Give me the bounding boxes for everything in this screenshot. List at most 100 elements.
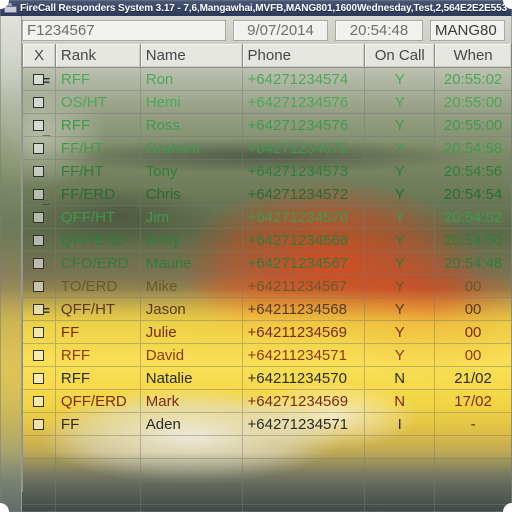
- cell-rank: OS/HT: [56, 91, 141, 113]
- table-empty-row[interactable]: [23, 436, 512, 459]
- header-rank[interactable]: Rank: [55, 44, 141, 67]
- table-row[interactable]: QFF/HT Jim +64271234570 Y 20:54:52: [23, 206, 512, 229]
- table-row[interactable]: FF/HT Tony +64271234573 Y 20:54:56: [23, 160, 512, 183]
- row-checkbox[interactable]: [33, 165, 45, 177]
- table-row[interactable]: FF Aden +64271234571 I -: [23, 413, 512, 436]
- table-row[interactable]: TO/ERD Mike +64211234567 Y 00: [23, 275, 512, 298]
- cell-rank: QFF/HT: [56, 206, 141, 228]
- time-input[interactable]: 20:54:48: [335, 19, 423, 41]
- cell-rank: FF/HT: [56, 137, 141, 159]
- empty-cell: [365, 436, 436, 458]
- firecall-window: FireCall Responders System 3.17 - 7,6,Ma…: [0, 0, 512, 512]
- empty-cell: [365, 459, 436, 481]
- table-row[interactable]: = RFF Ron +64271234574 Y 20:55:02: [23, 68, 512, 91]
- table-row[interactable]: FF/HT Graham +64271234575 Y 20:54:58: [23, 137, 512, 160]
- empty-cell: [243, 482, 366, 504]
- header-select-all[interactable]: X: [23, 44, 56, 67]
- header-name[interactable]: Name: [140, 44, 243, 67]
- table-empty-row[interactable]: [23, 505, 512, 512]
- incident-number-input[interactable]: F1234567: [22, 19, 226, 41]
- empty-cell: [435, 505, 512, 512]
- cell-phone: +64271234567: [243, 252, 366, 274]
- row-select-cell: _: [23, 183, 56, 205]
- table-empty-row[interactable]: [23, 459, 512, 482]
- row-select-cell: [23, 160, 56, 182]
- table-row[interactable]: RFF David +64211234571 Y 00: [23, 344, 512, 367]
- cell-name: Maurie: [141, 252, 243, 274]
- cell-rank: RFF: [56, 344, 141, 366]
- cell-phone: +64211234569: [243, 321, 366, 343]
- cell-name: Aden: [141, 413, 243, 435]
- cell-name: Mark: [141, 390, 243, 412]
- cell-when: 20:55:00: [435, 91, 512, 113]
- cell-when: -: [435, 413, 512, 435]
- table-row[interactable]: FF Julie +64211234569 Y 00: [23, 321, 512, 344]
- cell-on-call: Y: [365, 206, 436, 228]
- header-when[interactable]: When: [435, 44, 512, 67]
- cell-on-call: I: [365, 413, 436, 435]
- cell-rank: TO/ERD: [56, 275, 141, 297]
- empty-cell: [141, 436, 243, 458]
- row-checkbox[interactable]: [33, 326, 45, 338]
- empty-cell: [23, 505, 56, 512]
- cell-name: Julie: [141, 321, 243, 343]
- cell-name: Hemi: [141, 91, 243, 113]
- row-checkbox[interactable]: [33, 96, 45, 108]
- row-checkbox[interactable]: [33, 372, 45, 384]
- row-checkbox[interactable]: [33, 280, 45, 292]
- table-row[interactable]: = QFF/HT Jason +64211234568 Y 00: [23, 298, 512, 321]
- row-select-cell: _: [23, 114, 56, 136]
- cell-when: 20:55:00: [435, 114, 512, 136]
- table-row[interactable]: RFF Natalie +64211234570 N 21/02: [23, 367, 512, 390]
- table-header-row: X Rank Name Phone On Call When: [23, 44, 512, 68]
- table-row[interactable]: _ RFF Ross +64271234576 Y 20:55:00: [23, 114, 512, 137]
- row-select-cell: [23, 229, 56, 251]
- cell-phone: +64271234576: [243, 114, 366, 136]
- cell-name: Jim: [141, 206, 243, 228]
- cell-when: 00: [435, 321, 512, 343]
- title-bar[interactable]: FireCall Responders System 3.17 - 7,6,Ma…: [0, 0, 512, 16]
- empty-cell: [435, 482, 512, 504]
- cell-phone: +64271234574: [243, 68, 366, 90]
- empty-cell: [56, 436, 141, 458]
- row-checkbox[interactable]: [33, 257, 45, 269]
- station-input[interactable]: MANG80: [430, 19, 505, 41]
- header-phone[interactable]: Phone: [242, 44, 366, 67]
- cell-phone: +64211234571: [243, 344, 366, 366]
- empty-cell: [23, 436, 56, 458]
- empty-cell: [23, 459, 56, 481]
- table-row[interactable]: QFF/ERD Mark +64271234569 N 17/02: [23, 390, 512, 413]
- cell-when: 00: [435, 298, 512, 320]
- window-title: FireCall Responders System 3.17 - 7,6,Ma…: [20, 2, 508, 14]
- cell-name: Jason: [141, 298, 243, 320]
- cell-phone: +64271234570: [243, 206, 366, 228]
- row-checkbox[interactable]: [33, 418, 45, 430]
- row-checkbox[interactable]: [33, 234, 45, 246]
- empty-cell: [141, 482, 243, 504]
- table-row[interactable]: QFF/ERD Andy +64271234568 Y 20:54:50: [23, 229, 512, 252]
- table-row[interactable]: OS/HT Hemi +64271234576 Y 20:55:00: [23, 91, 512, 114]
- cell-name: Natalie: [141, 367, 243, 389]
- row-checkbox[interactable]: [33, 395, 45, 407]
- row-select-cell: [23, 344, 56, 366]
- cell-on-call: Y: [365, 252, 436, 274]
- row-checkbox[interactable]: [33, 349, 45, 361]
- cell-when: 20:54:50: [435, 229, 512, 251]
- cell-phone: +64271234569: [243, 390, 366, 412]
- table-row[interactable]: CFO/ERD Maurie +64271234567 Y 20:54:48: [23, 252, 512, 275]
- cell-name: David: [141, 344, 243, 366]
- cell-rank: RFF: [56, 367, 141, 389]
- cell-rank: QFF/HT: [56, 298, 141, 320]
- cell-phone: +64271234576: [243, 91, 366, 113]
- date-input[interactable]: 9/07/2014: [233, 19, 328, 41]
- row-checkbox[interactable]: [33, 142, 45, 154]
- table-row[interactable]: _ FF/ERD Chris +64271234572 Y 20:54:54: [23, 183, 512, 206]
- header-on-call[interactable]: On Call: [365, 44, 436, 67]
- cell-when: 20:54:56: [435, 160, 512, 182]
- row-checkbox[interactable]: [33, 211, 45, 223]
- cell-when: 00: [435, 275, 512, 297]
- table-empty-row[interactable]: [23, 482, 512, 505]
- field-bar: F1234567 9/07/2014 20:54:48 MANG80: [22, 18, 512, 42]
- cell-rank: CFO/ERD: [56, 252, 141, 274]
- cell-on-call: N: [365, 367, 436, 389]
